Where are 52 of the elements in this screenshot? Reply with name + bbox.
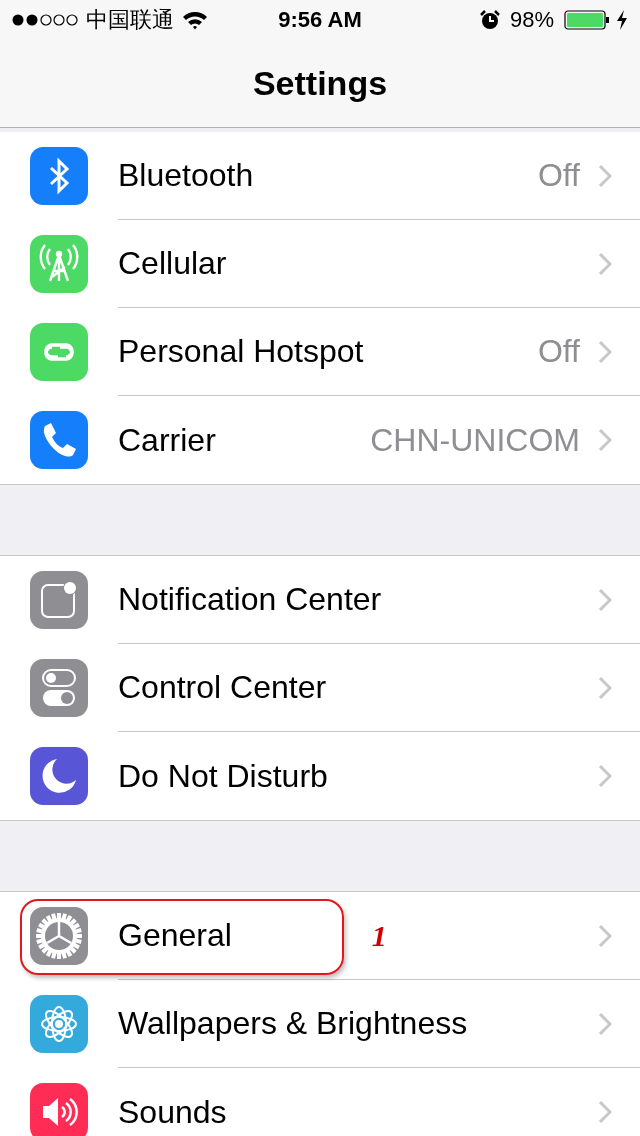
settings-row[interactable]: Wallpapers & Brightness (0, 980, 640, 1068)
chevron-icon (598, 923, 612, 948)
settings-row[interactable]: Carrier CHN-UNICOM (0, 396, 640, 484)
chevron-icon (598, 1011, 612, 1036)
row-value: Off (537, 333, 580, 370)
row-label: Do Not Disturb (118, 757, 328, 795)
settings-row[interactable]: Bluetooth Off (0, 132, 640, 220)
row-label: Bluetooth (118, 157, 254, 194)
flower-icon (30, 995, 88, 1053)
row-value: CHN-UNICOM (370, 421, 580, 459)
chevron-icon (598, 1100, 612, 1124)
alarm-clock-icon (479, 10, 500, 30)
gear-icon (30, 907, 88, 965)
chevron-icon (598, 339, 612, 364)
settings-row[interactable]: Notification Center (0, 556, 640, 644)
antenna-icon (30, 235, 88, 293)
phone-icon (30, 411, 88, 469)
chevron-icon (598, 428, 612, 452)
row-label: Personal Hotspot (118, 333, 364, 370)
settings-row[interactable]: Personal Hotspot Off (0, 308, 640, 396)
clock-time: 9:56 AM (278, 7, 362, 33)
notification-icon (30, 571, 88, 629)
row-label: Wallpapers & Brightness (118, 1005, 468, 1042)
row-label: Sounds (118, 1093, 227, 1131)
chevron-icon (598, 675, 612, 700)
row-label: Cellular (118, 245, 227, 282)
battery-icon (564, 10, 610, 30)
row-label: Control Center (118, 669, 327, 706)
settings-row[interactable]: Cellular (0, 220, 640, 308)
page-title: Settings (252, 64, 388, 103)
chevron-icon (598, 764, 612, 788)
row-label: Carrier (118, 421, 216, 459)
row-label: Notification Center (118, 581, 382, 618)
settings-row[interactable]: Sounds (0, 1068, 640, 1136)
chevron-icon (598, 163, 612, 188)
settings-row[interactable]: Do Not Disturb (0, 732, 640, 820)
chain-link-icon (30, 323, 88, 381)
settings-row[interactable]: General 1 (0, 892, 640, 980)
chevron-icon (598, 587, 612, 612)
chevron-icon (598, 251, 612, 276)
toggle-switches-icon (30, 659, 88, 717)
settings-row[interactable]: Control Center (0, 644, 640, 732)
bluetooth-icon (30, 147, 88, 205)
battery-percentage: 98% (509, 7, 554, 33)
row-value: Off (537, 157, 580, 194)
charging-bolt-icon (616, 10, 628, 30)
carrier-name: 中国联通 (86, 6, 174, 34)
signal-strength-icon (12, 13, 78, 27)
moon-icon (30, 747, 88, 805)
row-label: General (118, 917, 232, 954)
step-number: 1 (371, 918, 387, 953)
wifi-icon (182, 10, 208, 30)
